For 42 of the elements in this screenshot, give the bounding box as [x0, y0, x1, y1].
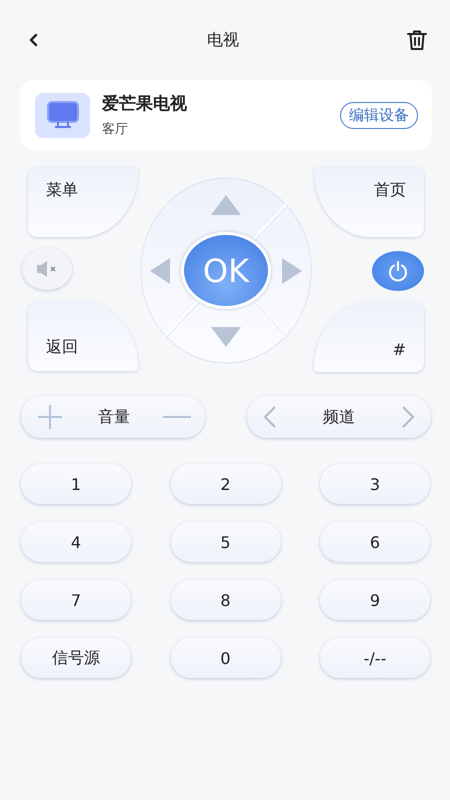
keypad-button[interactable]: 1 — [21, 464, 131, 504]
left-button[interactable] — [148, 256, 172, 286]
home-button[interactable]: 首页 — [314, 167, 424, 237]
keypad-button[interactable]: 7 — [21, 580, 131, 620]
hash-button[interactable]: # — [314, 302, 424, 372]
power-button[interactable] — [372, 251, 424, 291]
keypad-button[interactable]: 4 — [21, 522, 131, 562]
tv-icon — [35, 92, 90, 138]
back-button[interactable] — [28, 33, 40, 47]
channel-label: 频道 — [323, 406, 355, 428]
triangle-down-icon — [209, 325, 243, 349]
keypad-button[interactable]: 信号源 — [21, 638, 131, 678]
triangle-left-icon — [148, 256, 172, 286]
keypad-button[interactable]: -/-- — [320, 638, 430, 678]
power-icon — [387, 260, 409, 282]
triangle-right-icon — [280, 256, 304, 286]
keypad-button[interactable]: 6 — [320, 522, 430, 562]
menu-button[interactable]: 菜单 — [28, 167, 138, 237]
device-name: 爱芒果电视 — [102, 93, 188, 115]
down-button[interactable] — [209, 325, 243, 349]
plus-icon — [35, 402, 65, 432]
right-button[interactable] — [280, 256, 304, 286]
return-button[interactable]: 返回 — [28, 301, 138, 371]
minus-icon — [163, 415, 191, 419]
up-button[interactable] — [209, 193, 243, 217]
trash-icon — [406, 29, 428, 51]
keypad-button[interactable]: 2 — [170, 464, 280, 504]
volume-up-button[interactable] — [35, 402, 65, 432]
keypad-button[interactable]: 3 — [320, 464, 430, 504]
device-room: 客厅 — [102, 121, 129, 138]
keypad-button[interactable]: 9 — [320, 580, 430, 620]
volume-label: 音量 — [98, 406, 130, 428]
keypad-button[interactable]: 8 — [170, 580, 280, 620]
edit-device-button[interactable]: 编辑设备 — [340, 102, 418, 128]
mute-button[interactable] — [22, 248, 72, 290]
keypad-button[interactable]: 5 — [170, 522, 280, 562]
page-title: 电视 — [207, 30, 239, 50]
delete-button[interactable] — [406, 29, 428, 51]
keypad-button[interactable]: 0 — [170, 638, 280, 678]
triangle-up-icon — [209, 193, 243, 217]
back-icon — [28, 33, 40, 47]
volume-down-button[interactable] — [163, 415, 191, 419]
